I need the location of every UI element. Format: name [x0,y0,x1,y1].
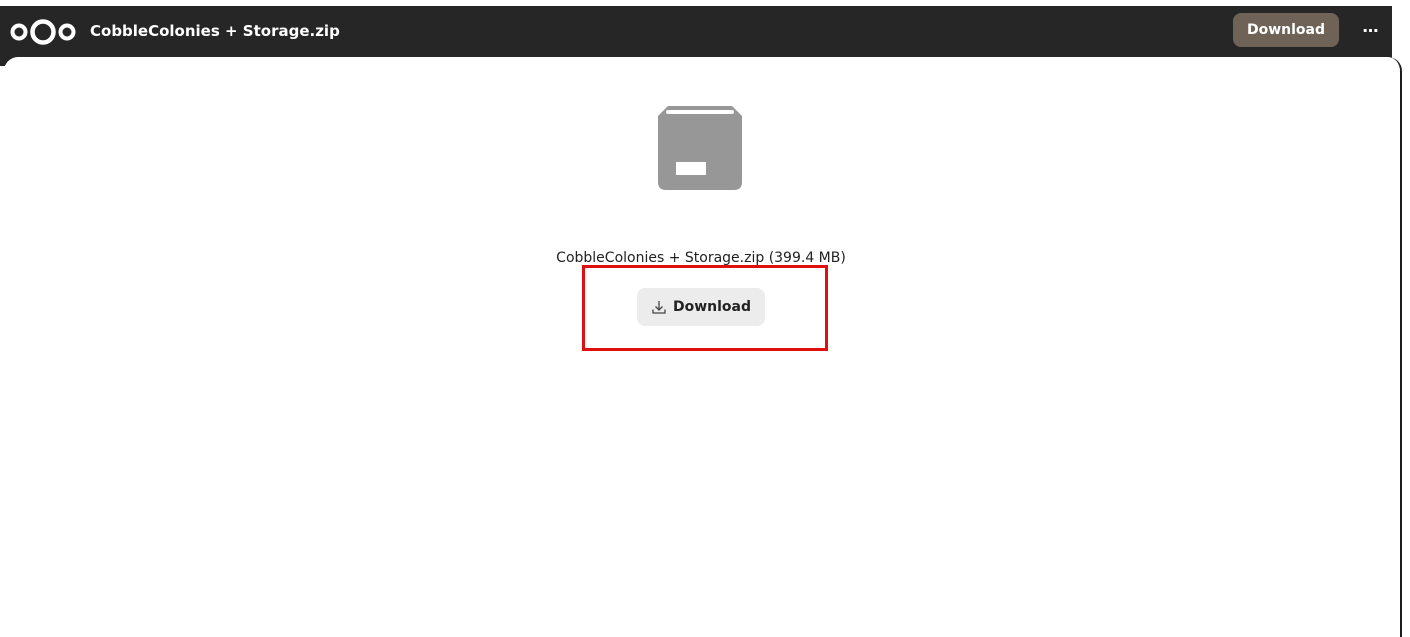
archive-package-icon [658,106,742,190]
file-name-size: CobbleColonies + Storage.zip (399.4 MB) [556,250,846,266]
download-button-label: Download [672,299,752,315]
app-window: CobbleColonies + Storage.zip Download … … [0,0,1410,637]
share-content-panel: CobbleColonies + Storage.zip (399.4 MB) … [4,57,1402,637]
download-button[interactable]: Download [637,288,765,326]
download-icon [652,301,666,314]
nextcloud-logo-icon[interactable] [10,16,76,48]
more-actions-icon[interactable]: … [1354,13,1388,47]
page-title: CobbleColonies + Storage.zip [90,22,340,40]
header-download-button[interactable]: Download [1233,13,1339,47]
